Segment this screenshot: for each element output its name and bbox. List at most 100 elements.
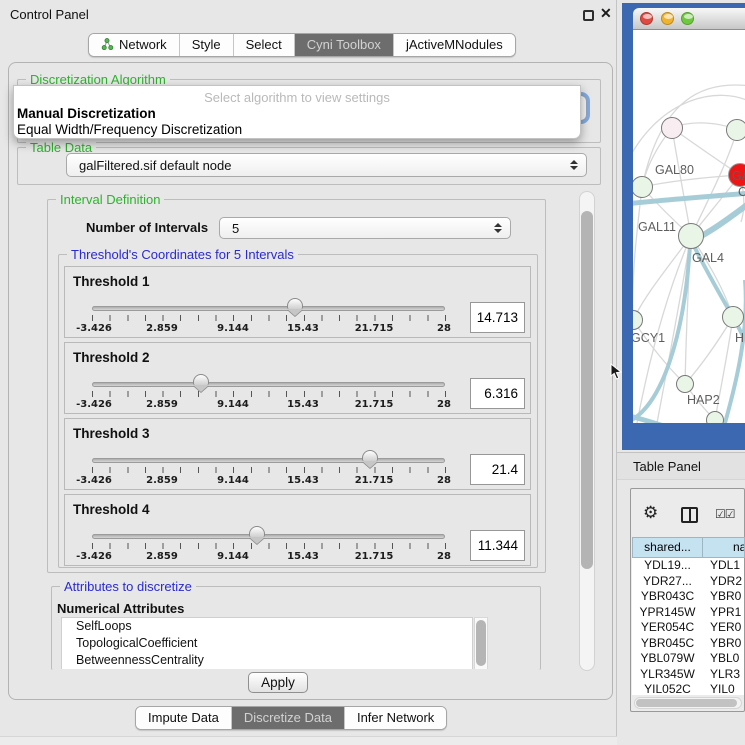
threshold-3-slider-handle[interactable]	[362, 450, 378, 461]
threshold-4-slider-track[interactable]	[92, 534, 445, 539]
group-title: Attributes to discretize	[60, 579, 196, 594]
column-header-name[interactable]: na	[703, 537, 745, 558]
right-panel: GAL80 GA GAL11 C GAL4 GCY1 H HAP2 Table …	[617, 0, 745, 745]
table-panel-titlebar: Table Panel	[617, 452, 745, 480]
slider-scale: -3.426 2.859 9.144 15.43 21.715 28	[65, 399, 530, 411]
cyni-toolbox-panel: Discretization Algorithm Select algorith…	[8, 62, 613, 700]
table-row[interactable]: YLR345WYLR3	[632, 667, 744, 683]
table-header: shared... na	[632, 537, 745, 558]
node-label: HAP2	[687, 393, 720, 407]
popup-option-equal-width[interactable]: Equal Width/Frequency Discretization	[17, 122, 242, 137]
threshold-1-value-field[interactable]: 14.713	[470, 302, 525, 333]
node-h[interactable]	[722, 306, 744, 328]
table-row[interactable]: YPR145WYPR1	[632, 605, 744, 621]
table-panel-frame: ⚙ ☑☑ shared... na YDL19...YDL1 YDR27...Y…	[630, 488, 745, 712]
numerical-attributes-label: Numerical Attributes	[57, 601, 184, 616]
network-view-window: GAL80 GA GAL11 C GAL4 GCY1 H HAP2	[622, 3, 745, 450]
tab-style[interactable]: Style	[180, 34, 234, 56]
list-item[interactable]: TopologicalCoefficient	[62, 635, 472, 652]
threshold-3-slider-track[interactable]	[92, 458, 445, 463]
threshold-1-slider-handle[interactable]	[287, 298, 303, 309]
node-label: GCY1	[633, 331, 665, 345]
network-window-titlebar[interactable]	[633, 8, 745, 30]
tick-marks	[92, 543, 446, 549]
gear-icon[interactable]: ⚙	[643, 503, 658, 523]
popup-option-manual[interactable]: Manual Discretization	[17, 106, 156, 121]
tab-cyni-toolbox[interactable]: Cyni Toolbox	[295, 34, 394, 56]
stepper-arrows-icon	[566, 160, 582, 170]
apply-button[interactable]: Apply	[248, 672, 308, 693]
number-of-intervals-label: Number of Intervals	[86, 220, 208, 235]
mouse-cursor	[610, 363, 622, 381]
window-title: Control Panel	[10, 7, 89, 22]
threshold-1-slider-track[interactable]	[92, 306, 445, 311]
threshold-2-slider-track[interactable]	[92, 382, 445, 387]
slider-scale: -3.426 2.859 9.144 15.43 21.715 28	[65, 323, 530, 335]
table-row[interactable]: YBR045CYBR0	[632, 636, 744, 652]
zoom-traffic-light-icon[interactable]	[681, 12, 694, 25]
tab-infer-network[interactable]: Infer Network	[345, 707, 446, 729]
panel-scrollbar[interactable]	[579, 191, 595, 671]
close-icon[interactable]: ✕	[600, 5, 612, 22]
close-traffic-light-icon[interactable]	[640, 12, 653, 25]
node-bottom-partial[interactable]	[706, 411, 724, 423]
threshold-2-panel: Threshold 2 -3.426 2.859 9.144 15.43 21.…	[64, 342, 531, 414]
tab-label: Network	[119, 37, 167, 52]
table-body[interactable]: YDL19...YDL1 YDR27...YDR2 YBR043CYBR0 YP…	[632, 558, 744, 695]
table-row[interactable]: YDR27...YDR2	[632, 574, 744, 590]
threshold-4-slider-handle[interactable]	[249, 526, 265, 537]
panel-scrollbar-thumb[interactable]	[581, 211, 593, 569]
number-of-intervals-combo[interactable]: 5	[219, 217, 511, 239]
tab-discretize-data[interactable]: Discretize Data	[232, 707, 345, 729]
table-horizontal-scrollbar[interactable]	[634, 697, 742, 709]
table-row[interactable]: YBR043CYBR0	[632, 589, 744, 605]
node-pink[interactable]	[661, 117, 683, 139]
node-label: GAL11	[638, 220, 676, 234]
table-row[interactable]: YER054CYER0	[632, 620, 744, 636]
node-label: C	[738, 185, 745, 199]
attributes-list-scrollbar[interactable]	[474, 617, 488, 669]
minimize-traffic-light-icon[interactable]	[661, 12, 674, 25]
control-panel-titlebar: Control Panel ✕	[0, 0, 616, 28]
list-item[interactable]: SelfLoops	[62, 618, 472, 635]
tab-select[interactable]: Select	[234, 34, 295, 56]
node-green-topright[interactable]	[726, 119, 745, 141]
node-gal4[interactable]	[678, 223, 704, 249]
table-row[interactable]: YDL19...YDL1	[632, 558, 744, 574]
numerical-attributes-list[interactable]: SelfLoops TopologicalCoefficient Between…	[61, 617, 473, 669]
node-label: H	[735, 331, 744, 345]
threshold-4-value-field[interactable]: 11.344	[470, 530, 525, 561]
slider-scale: -3.426 2.859 9.144 15.43 21.715 28	[65, 475, 530, 487]
threshold-3-panel: Threshold 3 -3.426 2.859 9.144 15.43 21.…	[64, 418, 531, 490]
split-view-icon[interactable]	[681, 507, 698, 523]
slider-scale: -3.426 2.859 9.144 15.43 21.715 28	[65, 551, 530, 563]
node-label: GAL4	[692, 251, 724, 265]
node-label: GAL80	[655, 163, 694, 177]
node-hap2[interactable]	[676, 375, 694, 393]
group-title: Threshold's Coordinates for 5 Intervals	[67, 247, 298, 262]
node-label: GA	[732, 169, 745, 183]
table-data-combo[interactable]: galFiltered.sif default node	[66, 153, 587, 177]
tab-jactivemnodules[interactable]: jActiveMNodules	[394, 34, 515, 56]
tab-network[interactable]: Network	[89, 34, 180, 56]
network-canvas[interactable]: GAL80 GA GAL11 C GAL4 GCY1 H HAP2	[633, 30, 745, 423]
column-header-shared[interactable]: shared...	[632, 537, 703, 558]
top-tab-bar: Network Style Select Cyni Toolbox jActiv…	[88, 33, 516, 57]
table-row[interactable]: YIL052CYIL0	[632, 682, 744, 695]
tick-marks	[92, 315, 446, 321]
threshold-2-slider-handle[interactable]	[193, 374, 209, 385]
threshold-2-value-field[interactable]: 6.316	[470, 378, 525, 409]
tick-marks	[92, 467, 446, 473]
bottom-tab-bar: Impute Data Discretize Data Infer Networ…	[135, 706, 447, 730]
stepper-arrows-icon	[490, 223, 506, 233]
threshold-1-panel: Threshold 1 -3.426 2.859 9.144 15.43 21.…	[64, 266, 531, 338]
tick-marks	[92, 391, 446, 397]
list-item[interactable]: BetweennessCentrality	[62, 652, 472, 669]
table-row[interactable]: YBL079WYBL0	[632, 651, 744, 667]
network-icon	[101, 38, 114, 51]
popup-hint: Select algorithm to view settings	[14, 90, 580, 105]
tab-impute-data[interactable]: Impute Data	[136, 707, 232, 729]
float-window-icon[interactable]	[583, 10, 594, 21]
column-checkbox-icons[interactable]: ☑☑	[715, 507, 735, 521]
threshold-3-value-field[interactable]: 21.4	[470, 454, 525, 485]
